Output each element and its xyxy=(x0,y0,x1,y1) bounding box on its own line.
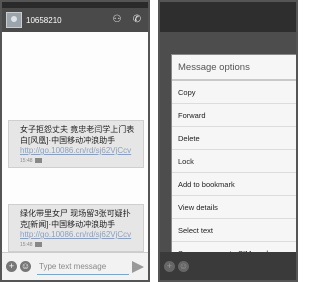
message-link[interactable]: http://go.10086.cn/rd/sj62VjCcv xyxy=(20,146,131,155)
message-time: 15:48 xyxy=(20,241,33,248)
menu-item-forward[interactable]: Forward xyxy=(172,104,296,127)
message-list[interactable]: 女子拒怨丈夫 竟忠老闫学上门表白[风凰]·中国移动冲浪助手http://go.1… xyxy=(2,32,148,252)
emoji-icon: ☺ xyxy=(178,260,189,272)
message-options-dialog: Message options Copy Forward Delete Lock… xyxy=(171,54,296,266)
action-bar: 10658210 ⚇ ✆ xyxy=(2,8,148,32)
message-bubble[interactable]: 女子拒怨丈夫 竟忠老闫学上门表白[风凰]·中国移动冲浪助手http://go.1… xyxy=(8,120,144,168)
sim-icon xyxy=(34,241,42,247)
emoji-icon[interactable]: ☺ xyxy=(20,261,31,272)
compose-bar: + ☺ Type text message xyxy=(2,252,148,280)
menu-item-lock[interactable]: Lock xyxy=(172,150,296,173)
menu-item-delete[interactable]: Delete xyxy=(172,127,296,150)
message-meta: 15:48 xyxy=(20,242,138,248)
message-text: 绿化带里女尸 现场留3张可疑扑克[新闻]·中国移动冲浪助手http://go.1… xyxy=(20,209,138,241)
menu-item-copy[interactable]: Copy xyxy=(172,81,296,104)
message-meta: 15:48 xyxy=(20,158,138,164)
message-time: 15:48 xyxy=(20,157,33,164)
sim-icon xyxy=(34,157,42,163)
options-screen: Message options Copy Forward Delete Lock… xyxy=(158,0,298,282)
message-body: 绿化带里女尸 现场留3张可疑扑克[新闻]·中国移动冲浪助手 xyxy=(20,209,131,229)
add-icon[interactable]: + xyxy=(6,261,17,272)
people-icon[interactable]: ⚇ xyxy=(110,13,124,27)
dimmed-compose-bar: + ☺ xyxy=(160,252,296,280)
message-body: 女子拒怨丈夫 竟忠老闫学上门表白[风凰]·中国移动冲浪助手 xyxy=(20,125,135,145)
message-input[interactable]: Type text message xyxy=(37,259,129,275)
contact-avatar[interactable] xyxy=(6,12,22,28)
message-link[interactable]: http://go.10086.cn/rd/sj62VjCcv xyxy=(20,230,131,239)
message-text: 女子拒怨丈夫 竟忠老闫学上门表白[风凰]·中国移动冲浪助手http://go.1… xyxy=(20,125,138,157)
send-icon[interactable] xyxy=(132,260,144,273)
conversation-screen: 10658210 ⚇ ✆ 女子拒怨丈夫 竟忠老闫学上门表白[风凰]·中国移动冲浪… xyxy=(0,0,150,282)
call-icon[interactable]: ✆ xyxy=(130,13,144,27)
message-bubble[interactable]: 绿化带里女尸 现场留3张可疑扑克[新闻]·中国移动冲浪助手http://go.1… xyxy=(8,204,144,252)
dialog-title: Message options xyxy=(172,55,296,81)
dimmed-action-bar xyxy=(160,2,296,32)
add-icon: + xyxy=(164,260,175,272)
menu-item-view-details[interactable]: View details xyxy=(172,196,296,219)
menu-item-select-text[interactable]: Select text xyxy=(172,219,296,242)
menu-item-add-to-bookmark[interactable]: Add to bookmark xyxy=(172,173,296,196)
contact-number: 10658210 xyxy=(26,15,62,25)
